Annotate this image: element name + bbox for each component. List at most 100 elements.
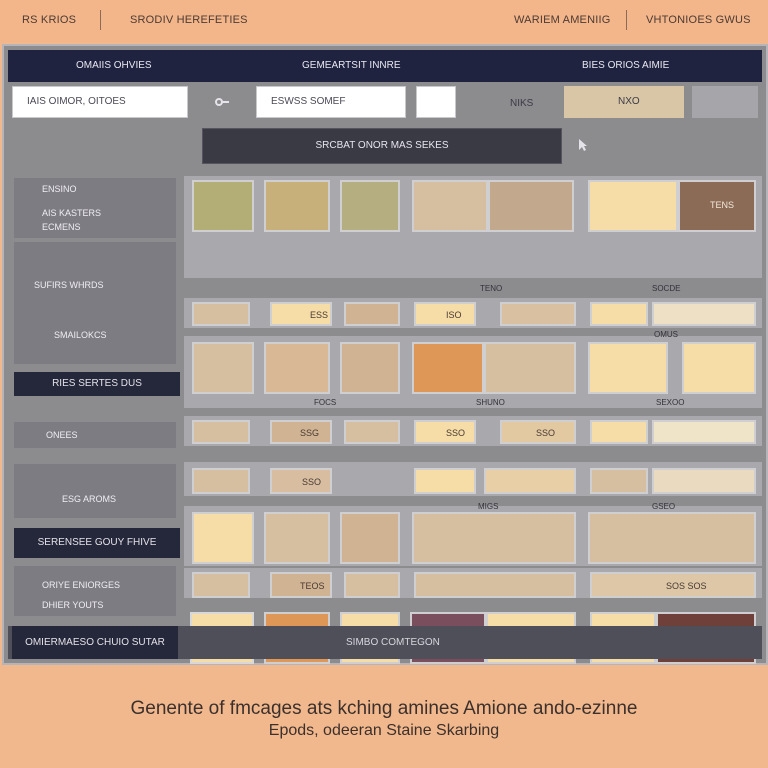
sidebar-panel-title: ONEES (46, 430, 78, 440)
swatch-caption: OMUS (654, 330, 678, 339)
swatch-text: SSO (302, 477, 322, 487)
swatch-text: SSO (536, 428, 556, 438)
color-swatch[interactable] (682, 342, 756, 394)
swatch-caption: MIGS (478, 502, 499, 511)
color-swatch[interactable] (192, 302, 250, 326)
sidebar-panel-2[interactable]: SUFIRS WHRDS SMAILOKCS (14, 242, 176, 364)
color-swatch[interactable] (192, 572, 250, 598)
sidebar-panel-5[interactable]: ORIYE ENIORGES DHIER YOUTS (14, 566, 176, 616)
sidebar-dark-button-2[interactable]: SERENSEE GOUY FHIVE (14, 528, 180, 558)
color-swatch[interactable] (192, 468, 250, 494)
main-panel: OMAIIS OHVIES GEMEARTSIT INNRE BIES ORIO… (2, 44, 768, 665)
color-swatch[interactable]: SOS SOS (590, 572, 756, 598)
color-swatch[interactable]: ESS (270, 302, 332, 326)
sidebar-dark-button-1[interactable]: RIES SERTES DUS (14, 372, 180, 396)
color-swatch[interactable]: TENS (678, 180, 756, 232)
color-swatch[interactable] (652, 468, 756, 494)
color-swatch[interactable] (412, 180, 488, 232)
color-swatch[interactable] (344, 302, 400, 326)
sidebar-panel-title: ENSINO (42, 184, 77, 194)
color-swatch[interactable]: SSG (270, 420, 332, 444)
swatch-text: TEOS (300, 581, 325, 591)
color-swatch[interactable] (340, 180, 400, 232)
color-swatch[interactable]: TEOS (270, 572, 332, 598)
swatch-caption: FOCS (314, 398, 337, 407)
bottom-left-button[interactable]: OMIERMAESO CHUIO SUTAR (12, 626, 178, 659)
column-header-1: OMAIIS OHVIES (76, 60, 152, 71)
color-swatch[interactable] (192, 180, 254, 232)
color-swatch[interactable] (412, 512, 576, 564)
column-header-3: BIES ORIOS AIMIE (582, 60, 670, 71)
sidebar-panel-line: SMAILOKCS (54, 330, 107, 340)
topbar-link-2[interactable]: SRODIV HEREFETIES (130, 14, 248, 26)
preview-swatch-empty[interactable] (692, 86, 758, 118)
color-swatch[interactable] (264, 512, 330, 564)
color-swatch[interactable] (264, 342, 330, 394)
topbar-link-1[interactable]: RS KRIOS (22, 14, 76, 26)
color-swatch[interactable] (588, 512, 756, 564)
bottom-bar: OMIERMAESO CHUIO SUTAR SIMBO COMTEGON (8, 626, 762, 659)
color-swatch[interactable] (590, 468, 648, 494)
sidebar-panel-title: ORIYE ENIORGES (42, 580, 121, 590)
caption-line-1: Genente of fmcages ats kching amines Ami… (130, 698, 638, 719)
swatch-caption: SHUNO (476, 398, 505, 407)
filter-input-2[interactable]: ESWSS SOMEF (256, 86, 406, 118)
filter-input-3[interactable] (416, 86, 456, 118)
color-swatch[interactable] (414, 572, 576, 598)
color-swatch[interactable]: SSO (270, 468, 332, 494)
swatch-text: ESS (310, 310, 329, 320)
swatch-text: ISO (446, 310, 462, 320)
color-swatch[interactable] (588, 180, 678, 232)
swatch-text: SSO (446, 428, 466, 438)
filter-label-1: NIKS (510, 98, 534, 109)
swatch-grid: TENS TENO SOCDE ESS ISO OMUS FOCS SHUNO … (184, 176, 764, 664)
swatch-text: SOS SOS (666, 581, 707, 591)
filter-label-2: NXO (618, 96, 640, 107)
sidebar-panel-4[interactable]: ESG AROMS (14, 464, 176, 518)
topbar-link-3[interactable]: WARIEM AMENIIG (514, 14, 611, 26)
color-swatch[interactable] (590, 302, 648, 326)
key-icon[interactable] (214, 94, 230, 115)
color-swatch[interactable]: SSO (414, 420, 476, 444)
swatch-caption: SOCDE (652, 284, 681, 293)
sidebar-panel-1[interactable]: ENSINO AIS KASTERS ECMENS (14, 178, 176, 238)
color-swatch[interactable]: ISO (414, 302, 476, 326)
bottom-status-label: SIMBO COMTEGON (346, 637, 440, 648)
color-swatch[interactable]: SSO (500, 420, 576, 444)
filter-input-1[interactable]: IAIS OIMOR, OITOES (12, 86, 188, 118)
preview-swatch[interactable]: NXO (564, 86, 684, 118)
color-swatch[interactable] (414, 468, 476, 494)
topbar-link-4[interactable]: VHTONIOES GWUS (646, 14, 751, 26)
color-swatch[interactable] (340, 342, 400, 394)
column-header-2: GEMEARTSIT INNRE (302, 60, 401, 71)
column-header-bar: OMAIIS OHVIES GEMEARTSIT INNRE BIES ORIO… (8, 50, 762, 82)
swatch-text: TENS (710, 200, 735, 210)
color-swatch[interactable] (588, 342, 668, 394)
sidebar-panel-line: ECMENS (42, 222, 81, 232)
color-swatch[interactable] (412, 342, 484, 394)
swatch-caption: TENO (480, 284, 503, 293)
sidebar-panel-line: DHIER YOUTS (42, 600, 104, 610)
color-swatch[interactable] (590, 420, 648, 444)
sidebar-panel-3[interactable]: ONEES (14, 422, 176, 448)
sidebar: ENSINO AIS KASTERS ECMENS SUFIRS WHRDS S… (14, 178, 180, 658)
color-swatch[interactable] (652, 302, 756, 326)
search-button[interactable]: SRCBAT ONOR MAS SEKES (202, 128, 562, 164)
color-swatch[interactable] (500, 302, 576, 326)
color-swatch[interactable] (484, 468, 576, 494)
sidebar-panel-title: ESG AROMS (62, 494, 117, 504)
filter-toolbar: IAIS OIMOR, OITOES ESWSS SOMEF NIKS NXO (4, 86, 766, 126)
color-swatch[interactable] (484, 342, 576, 394)
color-swatch[interactable] (652, 420, 756, 444)
color-swatch[interactable] (344, 572, 400, 598)
color-swatch[interactable] (340, 512, 400, 564)
color-swatch[interactable] (344, 420, 400, 444)
color-swatch[interactable] (192, 342, 254, 394)
color-swatch[interactable] (192, 512, 254, 564)
cursor-icon (578, 138, 588, 157)
color-swatch[interactable] (192, 420, 250, 444)
color-swatch[interactable] (264, 180, 330, 232)
swatch-text: SSG (300, 428, 320, 438)
color-swatch[interactable] (488, 180, 574, 232)
topbar-divider (100, 10, 101, 30)
